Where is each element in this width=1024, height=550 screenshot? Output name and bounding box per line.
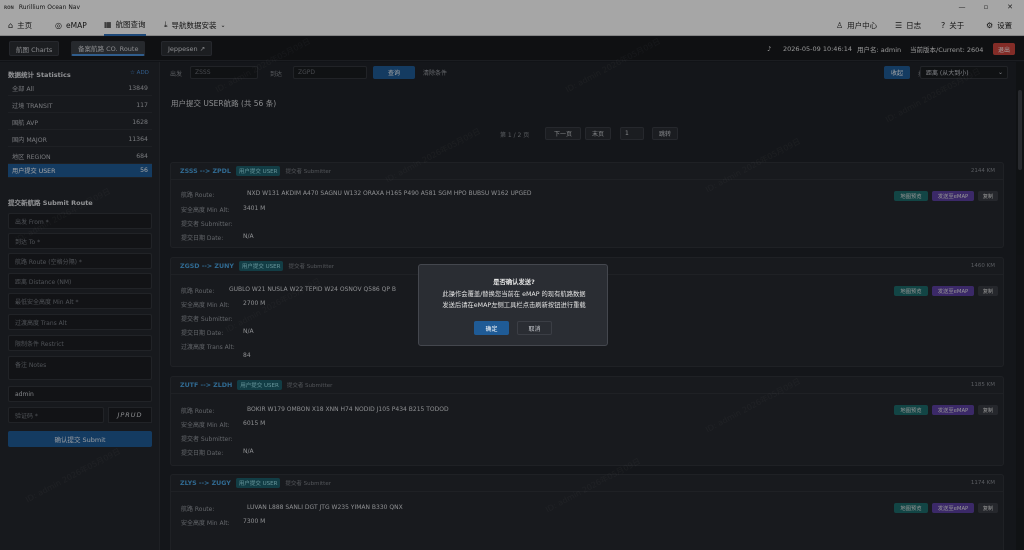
dialog-title: 是否确认发送? xyxy=(493,279,535,286)
confirm-dialog: 是否确认发送? 此操作会覆盖/替换您当前在 eMAP 的现有航路数据 发送后请在… xyxy=(418,264,608,346)
dialog-cancel-button[interactable]: 取消 xyxy=(517,321,552,335)
dialog-message-line1: 此操作会覆盖/替换您当前在 eMAP 的现有航路数据 xyxy=(442,291,586,298)
dialog-confirm-button[interactable]: 确定 xyxy=(474,321,509,335)
dialog-message-line2: 发送后请在eMAP左侧工具栏点击刷新按钮进行重载 xyxy=(442,302,586,309)
